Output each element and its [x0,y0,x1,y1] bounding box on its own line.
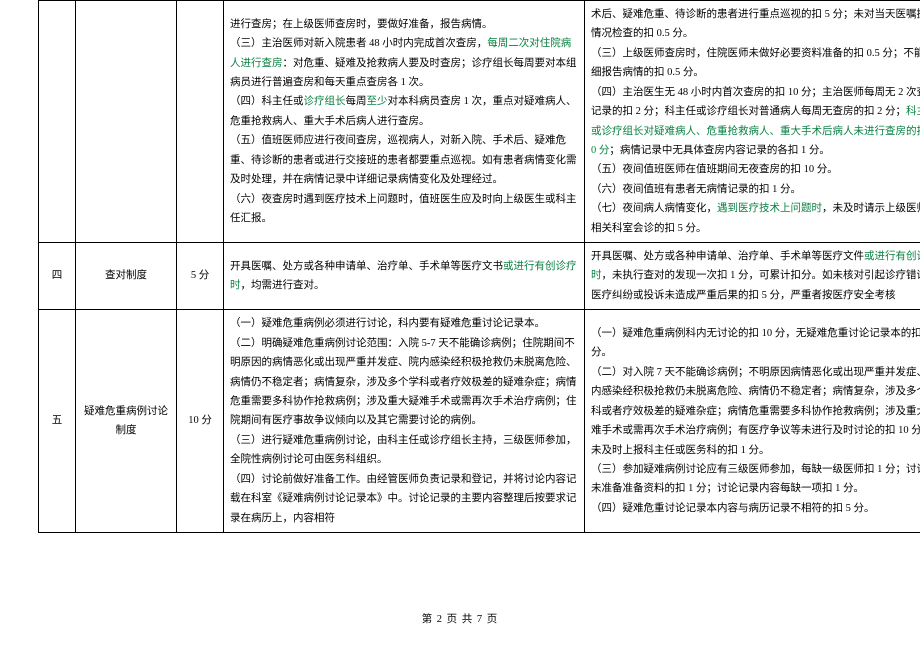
row-index [39,1,76,243]
row-deduction: （一）疑难危重病例科内无讨论的扣 10 分，无疑难危重讨论记录本的扣 10 分。… [585,310,920,533]
rules-table: 进行查房；在上级医师查房时，要做好准备，报告病情。（三）主治医师对新入院患者 4… [38,0,920,533]
table-row: 五疑难危重病例讨论制度10 分（一）疑难危重病例必须进行讨论，科内要有疑难危重讨… [39,310,920,533]
row-name: 疑难危重病例讨论制度 [76,310,177,533]
row-standard: 开具医嘱、处方或各种申请单、治疗单、手术单等医疗文书或进行有创诊疗时，均需进行查… [224,243,585,310]
table-row: 进行查房；在上级医师查房时，要做好准备，报告病情。（三）主治医师对新入院患者 4… [39,1,920,243]
row-index: 四 [39,243,76,310]
row-deduction: 术后、疑难危重、待诊断的患者进行重点巡视的扣 5 分；未对当天医嘱执行情况检查的… [585,1,920,243]
row-score: 5 分 [177,243,224,310]
row-standard: （一）疑难危重病例必须进行讨论，科内要有疑难危重讨论记录本。（二）明确疑难危重病… [224,310,585,533]
row-score [177,1,224,243]
row-name: 查对制度 [76,243,177,310]
row-score: 10 分 [177,310,224,533]
row-index: 五 [39,310,76,533]
row-name [76,1,177,243]
table-row: 四查对制度5 分开具医嘱、处方或各种申请单、治疗单、手术单等医疗文书或进行有创诊… [39,243,920,310]
page-footer: 第 2 页 共 7 页 [0,610,920,629]
row-standard: 进行查房；在上级医师查房时，要做好准备，报告病情。（三）主治医师对新入院患者 4… [224,1,585,243]
row-deduction: 开具医嘱、处方或各种申请单、治疗单、手术单等医疗文件或进行有创诊疗时，未执行查对… [585,243,920,310]
